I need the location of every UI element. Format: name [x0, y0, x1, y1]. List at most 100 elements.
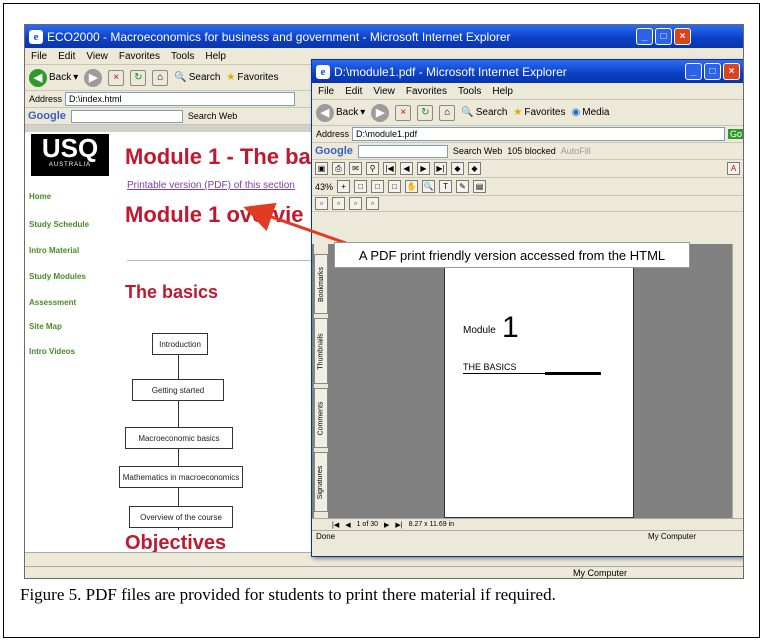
menu-help[interactable]: Help	[492, 86, 513, 97]
search-button[interactable]: 🔍 Search	[461, 107, 507, 118]
address-input[interactable]: D:\index.html	[65, 92, 296, 106]
prev-page-icon[interactable]: ◀	[345, 521, 350, 529]
maximize-icon[interactable]: □	[655, 28, 672, 45]
menu-favorites[interactable]: Favorites	[406, 86, 447, 97]
page-indicator[interactable]: 1 of 30	[357, 521, 378, 528]
pdf-ie-toolbar: ◀ Back ▾ ▶ × ↻ ⌂ 🔍 Search ★ Favorites ◉ Medi…	[312, 100, 743, 126]
acrobat-toolbar-3: ▫ ▫ ▫ ▫	[312, 196, 743, 212]
tool-icon[interactable]: ▫	[315, 197, 328, 210]
last-page-icon[interactable]: ▶|	[395, 521, 402, 529]
doc-module-word: Module	[463, 325, 496, 336]
favorites-button[interactable]: ★ Favorites	[513, 107, 565, 118]
refresh-button[interactable]: ↻	[417, 104, 434, 121]
nav-study-modules[interactable]: Study Modules	[29, 272, 86, 281]
stop-button[interactable]: ×	[395, 104, 412, 121]
google-search-input[interactable]	[357, 144, 448, 158]
nav-study-schedule[interactable]: Study Schedule	[29, 220, 89, 229]
print-icon[interactable]: ⎙	[332, 162, 345, 175]
minimize-icon[interactable]: _	[636, 28, 653, 45]
refresh-button[interactable]: ↻	[130, 69, 147, 86]
minimize-icon[interactable]: _	[685, 63, 702, 80]
maximize-icon[interactable]: □	[704, 63, 721, 80]
tool-icon[interactable]: ▫	[366, 197, 379, 210]
nav-home[interactable]: Home	[29, 192, 51, 201]
flow-box-mathematics[interactable]: Mathematics in macroeconomics	[119, 466, 243, 488]
prev-page-icon[interactable]: ◀	[400, 162, 413, 175]
actual-size-icon[interactable]: □	[354, 180, 368, 193]
pencil-icon[interactable]: ✎	[456, 180, 470, 193]
tool-icon[interactable]: ▫	[349, 197, 362, 210]
search-web-button[interactable]: Search Web	[453, 146, 502, 156]
address-input[interactable]: D:\module1.pdf	[352, 127, 725, 141]
pdf-status-bar: Done My Computer	[312, 530, 743, 542]
menu-help[interactable]: Help	[205, 51, 226, 62]
last-page-icon[interactable]: ▶|	[434, 162, 447, 175]
forward-button[interactable]: ▶	[84, 68, 103, 87]
close-icon[interactable]: ×	[674, 28, 691, 45]
close-icon[interactable]: ×	[723, 63, 740, 80]
flow-box-getting-started[interactable]: Getting started	[132, 379, 224, 401]
text-select-icon[interactable]: T	[439, 180, 453, 193]
flow-box-macro-basics[interactable]: Macroeconomic basics	[125, 427, 233, 449]
nav-assessment[interactable]: Assessment	[29, 298, 76, 307]
next-page-icon[interactable]: ▶	[384, 521, 389, 529]
menu-tools[interactable]: Tools	[458, 86, 481, 97]
forward-button[interactable]: ▶	[371, 103, 390, 122]
google-search-input[interactable]	[70, 109, 183, 123]
menu-favorites[interactable]: Favorites	[119, 51, 160, 62]
search-web-button[interactable]: Search Web	[188, 111, 237, 121]
first-page-icon[interactable]: |◀	[332, 521, 339, 529]
tab-signatures[interactable]: Signatures	[314, 452, 328, 512]
home-button[interactable]: ⌂	[439, 104, 456, 121]
menu-edit[interactable]: Edit	[58, 51, 75, 62]
nav-site-map[interactable]: Site Map	[29, 322, 62, 331]
tab-comments[interactable]: Comments	[314, 388, 328, 448]
save-icon[interactable]: ▣	[315, 162, 328, 175]
hand-tool-icon[interactable]: ✋	[405, 180, 419, 193]
nav-intro-videos[interactable]: Intro Videos	[29, 347, 75, 356]
first-page-icon[interactable]: |◀	[383, 162, 396, 175]
menu-view[interactable]: View	[373, 86, 395, 97]
menu-view[interactable]: View	[86, 51, 108, 62]
pdf-window-controls: _ □ ×	[685, 63, 740, 80]
stop-button[interactable]: ×	[108, 69, 125, 86]
address-label: Address	[29, 94, 63, 104]
pdf-vertical-scrollbar[interactable]	[732, 244, 743, 518]
fit-width-icon[interactable]: □	[388, 180, 402, 193]
fit-page-icon[interactable]: □	[371, 180, 385, 193]
find-icon[interactable]: ⚲	[366, 162, 379, 175]
search-button[interactable]: 🔍 Search	[174, 72, 220, 83]
go-back-icon[interactable]: ◆	[451, 162, 464, 175]
pdf-version-link[interactable]: Printable version (PDF) of this section	[127, 180, 295, 191]
tab-thumbnails[interactable]: Thumbnails	[314, 318, 328, 384]
menu-file[interactable]: File	[318, 86, 334, 97]
menu-file[interactable]: File	[31, 51, 47, 62]
tab-bookmarks[interactable]: Bookmarks	[314, 254, 328, 314]
overview-title: Module 1 overvie	[125, 202, 304, 227]
email-icon[interactable]: ✉	[349, 162, 362, 175]
next-page-icon[interactable]: ▶	[417, 162, 430, 175]
go-button[interactable]: Go	[727, 129, 743, 139]
tool-icon[interactable]: ▫	[332, 197, 345, 210]
back-button[interactable]: ◀ Back ▾	[29, 68, 78, 87]
home-button[interactable]: ⌂	[152, 69, 169, 86]
flow-box-overview[interactable]: Overview of the course	[129, 506, 233, 528]
menu-tools[interactable]: Tools	[171, 51, 194, 62]
autofill-button[interactable]: AutoFill	[561, 146, 591, 156]
zoom-level[interactable]: 43%	[315, 182, 333, 192]
nav-intro-material[interactable]: Intro Material	[29, 246, 79, 255]
pdf-menu-bar: File Edit View Favorites Tools Help	[312, 83, 743, 100]
go-forward-icon[interactable]: ◆	[468, 162, 481, 175]
address-label: Address	[316, 129, 350, 139]
favorites-button[interactable]: ★ Favorites	[226, 72, 278, 83]
menu-edit[interactable]: Edit	[345, 86, 362, 97]
back-button[interactable]: ◀ Back ▾	[316, 103, 365, 122]
zoom-in-icon[interactable]: +	[337, 180, 351, 193]
annotation-callout: A PDF print friendly version accessed fr…	[334, 242, 690, 268]
media-button[interactable]: ◉ Media	[572, 107, 610, 118]
highlight-icon[interactable]: ▤	[473, 180, 487, 193]
zoom-tool-icon[interactable]: 🔍	[422, 180, 436, 193]
popup-blocked-count[interactable]: 105 blocked	[507, 146, 556, 156]
adobe-icon[interactable]: A	[727, 162, 740, 175]
flow-box-introduction[interactable]: Introduction	[152, 333, 208, 355]
